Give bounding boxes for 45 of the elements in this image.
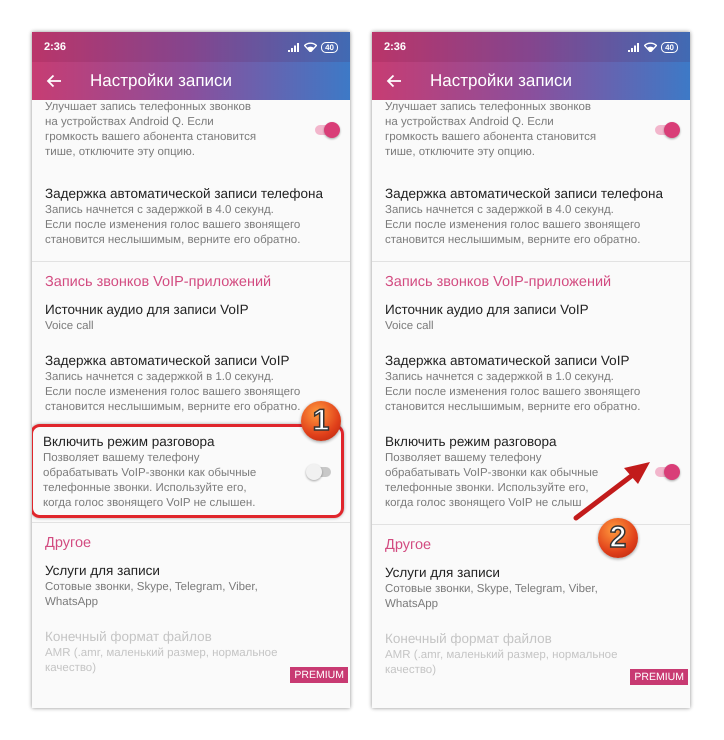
section-header: Запись звонков VoIP-приложений [372,261,690,292]
back-arrow-icon[interactable] [386,74,402,88]
setting-summary: Запись начнется с задержкой в 1.0 секунд. Если после изменения голос вашего звонящего становится неслышимым, верните его обратно. [385,370,641,415]
toggle-switch[interactable] [309,467,331,477]
setting-summary: Сотовые звонки, Skype, Telegram, Viber, WhatsApp [45,580,259,610]
setting-title: Задержка автоматической записи телефона [385,185,664,203]
battery-icon: 40 [661,42,678,52]
setting-summary: Сотовые звонки, Skype, Telegram, Viber, WhatsApp [385,582,599,612]
setting-title: Источник аудио для записи VoIP [45,301,250,319]
setting-summary: Voice call [385,319,435,334]
setting-summary: Улучшает запись телефонных звонков на устройствах Android Q. Если громкость вашего абонента становится тише, отключите эту опцию. [45,100,258,160]
setting-title: Задержка автоматической записи VoIP [45,352,290,370]
premium-badge: PREMIUM [290,667,348,683]
premium-badge: PREMIUM [630,669,688,685]
wifi-icon [644,42,658,52]
section-header: Запись звонков VoIP-приложений [32,261,350,292]
screen-title: Настройки записи [430,71,572,91]
setting-summary: Voice call [45,319,95,334]
setting-title: Источник аудио для записи VoIP [385,301,590,319]
setting-summary: Позволяет вашему телефону обрабатывать VoIP-звонки как обычные телефонные звонки. Используйте его, когда голос звонящего VoIP не слыш [385,451,600,511]
battery-icon: 40 [321,42,338,52]
back-arrow-icon[interactable] [46,74,62,88]
setting-title: Услуги для записи [385,564,501,582]
setting-title: Задержка автоматической записи телефона [45,185,324,203]
setting-title: Включить режим разговора [43,433,216,451]
setting-summary: Улучшает запись телефонных звонков на устройствах Android Q. Если громкость вашего абонента становится тише, отключите эту опцию. [385,100,598,160]
wifi-icon [304,42,318,52]
toggle-switch[interactable] [655,467,677,477]
setting-title: Задержка автоматической записи VoIP [385,352,630,370]
signal-icon [288,42,300,52]
setting-summary: Позволяет вашему телефону обрабатывать VoIP-звонки как обычные телефонные звонки. Используйте его, когда голос звонящего VoIP не слышен. [43,451,258,511]
setting-summary: Запись начнется с задержкой в 4.0 секунд. Если после изменения голос вашего звонящего становится неслышимым, верните его обратно. [45,203,301,248]
signal-icon [628,42,640,52]
status-time: 2:36 [44,41,66,53]
step-number-badge: 1 [301,401,341,441]
setting-summary: Запись начнется с задержкой в 4.0 секунд. Если после изменения голос вашего звонящего становится неслышимым, верните его обратно. [385,203,641,248]
status-time: 2:36 [384,41,406,53]
toggle-switch[interactable] [315,125,337,135]
setting-summary: Запись начнется с задержкой в 1.0 секунд. Если после изменения голос вашего звонящего становится неслышимым, верните его обратно. [45,370,301,415]
section-header: Другое [32,522,350,553]
setting-title: Включить режим разговора [385,433,558,451]
screen-title: Настройки записи [90,71,232,91]
setting-title: Услуги для записи [45,562,161,580]
step-number-badge: 2 [598,518,638,558]
toggle-switch[interactable] [655,125,677,135]
